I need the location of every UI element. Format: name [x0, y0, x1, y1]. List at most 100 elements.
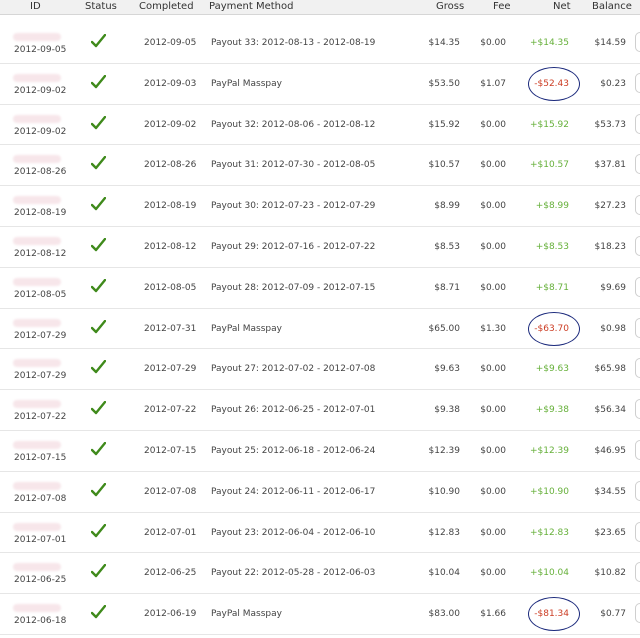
- row-expand-handle[interactable]: [635, 317, 640, 338]
- gross-amount: $8.53: [434, 241, 460, 252]
- net-amount: +$10.04: [529, 568, 569, 579]
- balance-amount: $37.81: [594, 160, 627, 171]
- fee-amount: $0.00: [480, 201, 506, 212]
- redacted-id: [13, 563, 61, 572]
- check-icon: [91, 115, 106, 129]
- fee-amount: $0.00: [480, 282, 506, 293]
- row-expand-handle[interactable]: [635, 603, 640, 624]
- fee-amount: $1.66: [480, 609, 506, 620]
- completed-date: 2012-07-15: [144, 445, 197, 456]
- gross-amount: $65.00: [428, 323, 461, 334]
- check-icon: [91, 360, 106, 374]
- row-expand-handle[interactable]: [635, 276, 640, 297]
- table-row[interactable]: 2012-07-22 2012-07-22 Payout 26: 2012-06…: [0, 390, 640, 431]
- fee-amount: $0.00: [480, 364, 506, 375]
- table-row[interactable]: 2012-09-02 2012-09-02 Payout 32: 2012-08…: [0, 105, 640, 146]
- fee-amount: $1.07: [480, 78, 506, 89]
- balance-amount: $9.69: [600, 282, 626, 293]
- table-row[interactable]: 2012-08-12 2012-08-12 Payout 29: 2012-07…: [0, 227, 640, 268]
- table-row[interactable]: 2012-08-05 2012-08-05 Payout 28: 2012-07…: [0, 268, 640, 309]
- check-icon: [91, 605, 106, 619]
- check-icon: [91, 34, 106, 48]
- redacted-id: [13, 400, 61, 409]
- redacted-id: [13, 196, 61, 205]
- check-icon: [91, 74, 106, 88]
- id-date: 2012-08-19: [14, 208, 67, 219]
- table-row[interactable]: 2012-09-05 2012-09-05 Payout 33: 2012-08…: [0, 23, 640, 64]
- redacted-id: [13, 522, 61, 531]
- gross-amount: $53.50: [428, 78, 461, 89]
- table-row[interactable]: 2012-07-01 2012-07-01 Payout 23: 2012-06…: [0, 513, 640, 554]
- balance-amount: $65.98: [594, 364, 627, 375]
- table-row[interactable]: 2012-06-18 2012-06-19 PayPal Masspay $83…: [0, 594, 640, 635]
- fee-amount: $0.00: [480, 160, 506, 171]
- fee-amount: $0.00: [480, 241, 506, 252]
- row-expand-handle[interactable]: [635, 521, 640, 542]
- net-amount: +$8.71: [535, 282, 569, 293]
- balance-amount: $10.82: [594, 568, 627, 579]
- table-row[interactable]: 2012-08-26 2012-08-26 Payout 31: 2012-07…: [0, 145, 640, 187]
- col-header-completed[interactable]: Completed: [139, 1, 194, 12]
- id-date: 2012-07-29: [14, 330, 67, 341]
- check-icon: [91, 441, 106, 456]
- redacted-id: [13, 33, 61, 41]
- row-expand-handle[interactable]: [635, 113, 640, 134]
- gross-amount: $10.04: [428, 568, 461, 579]
- completed-date: 2012-06-19: [144, 609, 197, 620]
- fee-amount: $0.00: [480, 405, 506, 416]
- payment-method: Payout 22: 2012-05-28 - 2012-06-03: [211, 568, 376, 579]
- row-expand-handle[interactable]: [635, 72, 640, 93]
- col-header-fee[interactable]: Fee: [493, 1, 511, 12]
- row-expand-handle[interactable]: [635, 480, 640, 501]
- table-row[interactable]: 2012-07-15 2012-07-15 Payout 25: 2012-06…: [0, 431, 640, 472]
- highlight-circle: [528, 311, 580, 346]
- col-header-gross[interactable]: Gross: [436, 1, 464, 12]
- table-row[interactable]: 2012-06-25 2012-06-25 Payout 22: 2012-05…: [0, 553, 640, 595]
- id-date: 2012-06-25: [14, 575, 67, 586]
- row-expand-handle[interactable]: [635, 195, 640, 216]
- col-header-payment-method[interactable]: Payment Method: [209, 1, 293, 12]
- fee-amount: $0.00: [480, 568, 506, 579]
- row-expand-handle[interactable]: [635, 154, 640, 175]
- completed-date: 2012-07-31: [144, 323, 197, 334]
- table-row[interactable]: 2012-09-02 2012-09-03 PayPal Masspay $53…: [0, 64, 640, 105]
- id-date: 2012-08-05: [14, 289, 67, 300]
- completed-date: 2012-06-25: [144, 568, 197, 579]
- net-amount: +$12.83: [529, 527, 569, 538]
- col-header-status[interactable]: Status: [85, 1, 117, 12]
- payment-method: Payout 24: 2012-06-11 - 2012-06-17: [211, 486, 376, 497]
- table-row[interactable]: 2012-07-29 2012-07-29 Payout 27: 2012-07…: [0, 349, 640, 391]
- row-expand-handle[interactable]: [635, 358, 640, 379]
- row-expand-handle[interactable]: [635, 235, 640, 256]
- gross-amount: $83.00: [428, 609, 461, 620]
- id-date: 2012-08-12: [14, 248, 67, 259]
- col-header-balance[interactable]: Balance: [592, 1, 632, 12]
- row-expand-handle[interactable]: [635, 562, 640, 583]
- payment-method: Payout 28: 2012-07-09 - 2012-07-15: [211, 282, 376, 293]
- fee-amount: $0.00: [480, 445, 506, 456]
- row-expand-handle[interactable]: [635, 399, 640, 420]
- col-header-net[interactable]: Net: [553, 1, 571, 12]
- gross-amount: $15.92: [428, 119, 461, 130]
- row-expand-handle[interactable]: [635, 32, 640, 52]
- gross-amount: $10.90: [428, 486, 461, 497]
- redacted-id: [13, 318, 61, 327]
- fee-amount: $1.30: [480, 323, 506, 334]
- completed-date: 2012-07-29: [144, 364, 197, 375]
- redacted-id: [13, 73, 61, 82]
- table-row[interactable]: 2012-08-19 2012-08-19 Payout 30: 2012-07…: [0, 186, 640, 227]
- id-date: 2012-07-29: [14, 371, 67, 382]
- balance-amount: $23.65: [594, 527, 627, 538]
- net-amount: +$9.38: [535, 405, 569, 416]
- table-row[interactable]: 2012-07-29 2012-07-31 PayPal Masspay $65…: [0, 309, 640, 350]
- col-header-id[interactable]: ID: [30, 1, 41, 12]
- balance-amount: $0.98: [600, 323, 626, 334]
- id-date: 2012-09-02: [14, 126, 67, 137]
- payment-method: PayPal Masspay: [211, 609, 282, 620]
- completed-date: 2012-09-02: [144, 119, 197, 130]
- row-expand-handle[interactable]: [635, 439, 640, 460]
- net-amount: +$8.99: [535, 201, 569, 212]
- table-row[interactable]: 2012-07-08 2012-07-08 Payout 24: 2012-06…: [0, 472, 640, 513]
- completed-date: 2012-08-26: [144, 160, 197, 171]
- payment-method: PayPal Masspay: [211, 323, 282, 334]
